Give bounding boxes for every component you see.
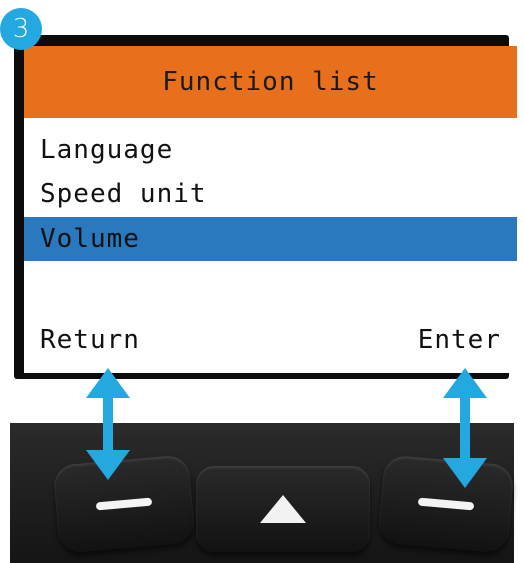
title-bar: Function list — [24, 46, 517, 118]
menu-item-label: Language — [40, 135, 174, 165]
screen-title: Function list — [162, 67, 379, 97]
dash-icon — [417, 497, 475, 511]
menu-item-speed-unit[interactable]: Speed unit — [24, 172, 517, 216]
menu-item-label: Speed unit — [40, 179, 207, 209]
double-arrow-icon — [86, 368, 130, 480]
display-screen: Function list Language Speed unit Volume… — [24, 46, 517, 373]
step-number-badge: 3 — [0, 8, 42, 50]
menu-item-language[interactable]: Language — [24, 128, 517, 172]
menu-item-label: Volume — [40, 224, 140, 254]
double-arrow-icon — [443, 368, 487, 488]
up-button[interactable] — [196, 466, 370, 552]
up-triangle-icon — [260, 495, 306, 523]
return-softkey-label: Return — [40, 325, 140, 355]
dash-icon — [95, 497, 153, 511]
enter-softkey-label: Enter — [417, 325, 501, 355]
menu-item-volume[interactable]: Volume — [24, 217, 517, 261]
